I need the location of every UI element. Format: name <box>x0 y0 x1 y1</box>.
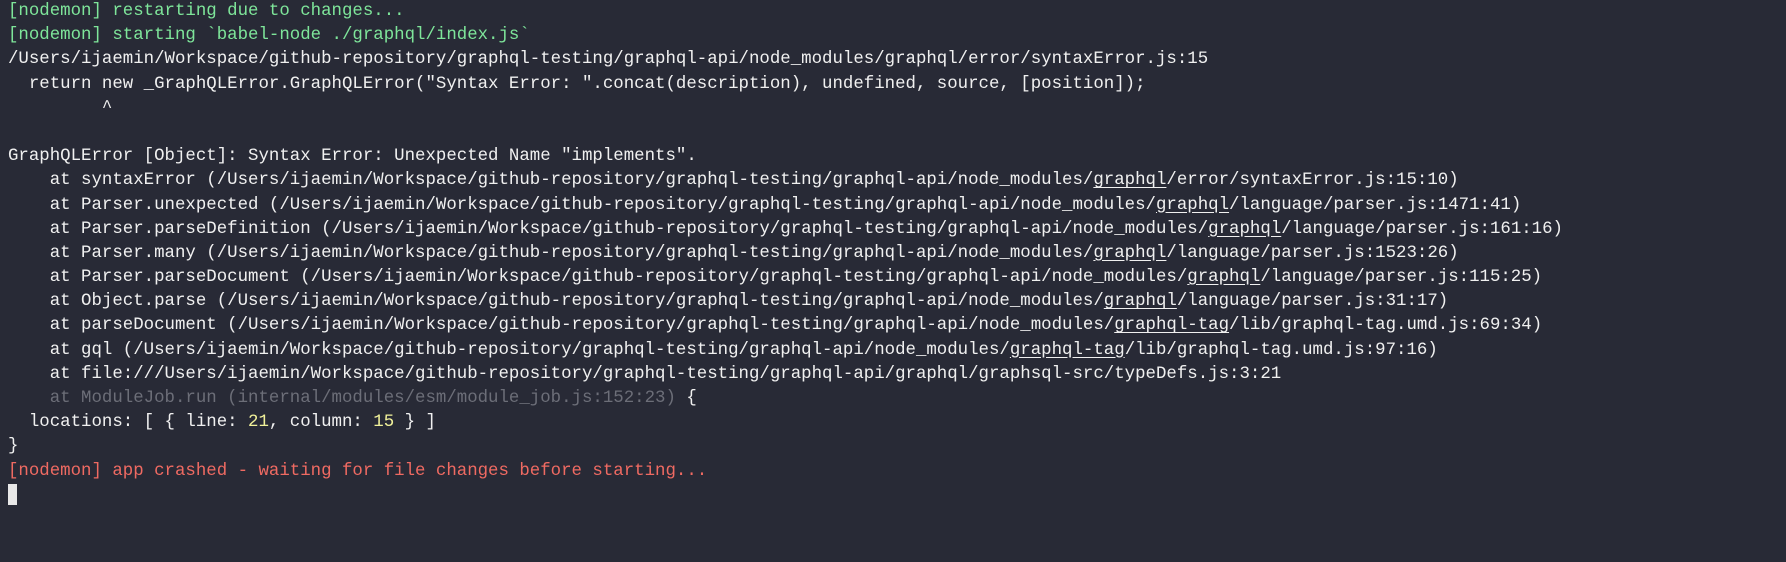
terminal-text: at Object.parse (/Users/ijaemin/Workspac… <box>8 292 1104 312</box>
terminal-line: at parseDocument (/Users/ijaemin/Workspa… <box>8 314 1786 338</box>
terminal-line: [nodemon] app crashed - waiting for file… <box>8 460 1786 484</box>
terminal-line: ^ <box>8 97 1786 121</box>
terminal-text: at gql (/Users/ijaemin/Workspace/github-… <box>8 340 1010 360</box>
module-link[interactable]: graphql <box>1187 268 1260 287</box>
terminal-text: ^ <box>8 98 113 118</box>
terminal-text: at ModuleJob.run (internal/modules/esm/m… <box>8 389 676 408</box>
terminal-text: 15 <box>373 413 395 433</box>
module-link[interactable]: graphql <box>1093 244 1166 263</box>
terminal-text: /language/parser.js:161:16) <box>1281 219 1563 239</box>
terminal-line: } <box>8 435 1786 459</box>
terminal-text: at parseDocument (/Users/ijaemin/Workspa… <box>8 316 1115 336</box>
terminal-text: /Users/ijaemin/Workspace/github-reposito… <box>8 50 1209 70</box>
terminal-text: [nodemon] restarting due to changes... <box>8 2 405 21</box>
terminal-text: locations: [ { line: <box>8 413 249 433</box>
terminal-text: /language/parser.js:1471:41) <box>1229 195 1522 215</box>
module-link[interactable]: graphql <box>1208 220 1281 239</box>
terminal-line: at Parser.many (/Users/ijaemin/Workspace… <box>8 242 1786 266</box>
terminal-output[interactable]: [nodemon] restarting due to changes... [n… <box>8 0 1786 562</box>
terminal-text: /lib/graphql-tag.umd.js:69:34) <box>1229 316 1543 336</box>
terminal-line: at Object.parse (/Users/ijaemin/Workspac… <box>8 290 1786 314</box>
terminal-line: /Users/ijaemin/Workspace/github-reposito… <box>8 48 1786 72</box>
terminal-text: at Parser.unexpected (/Users/ijaemin/Wor… <box>8 195 1156 215</box>
terminal-line: at Parser.parseDocument (/Users/ijaemin/… <box>8 266 1786 290</box>
terminal-line: locations: [ { line: 21, column: 15 } ] <box>8 411 1786 435</box>
terminal-line: at file:///Users/ijaemin/Workspace/githu… <box>8 363 1786 387</box>
terminal-text: /lib/graphql-tag.umd.js:97:16) <box>1124 340 1438 360</box>
terminal-line: [nodemon] restarting due to changes... <box>8 0 1786 24</box>
module-link[interactable]: graphql-tag <box>1114 316 1229 335</box>
terminal-line: at gql (/Users/ijaemin/Workspace/github-… <box>8 339 1786 363</box>
terminal-line: [nodemon] starting `babel-node ./graphql… <box>8 24 1786 48</box>
terminal-text: [nodemon] app crashed - waiting for file… <box>8 461 708 481</box>
terminal-line: GraphQLError [Object]: Syntax Error: Une… <box>8 145 1786 169</box>
terminal-line: at Parser.parseDefinition (/Users/ijaemi… <box>8 218 1786 242</box>
terminal-line: at syntaxError (/Users/ijaemin/Workspace… <box>8 169 1786 193</box>
terminal-text: at file:///Users/ijaemin/Workspace/githu… <box>8 364 1282 384</box>
terminal-text: at syntaxError (/Users/ijaemin/Workspace… <box>8 171 1094 191</box>
terminal-text: GraphQLError [Object]: Syntax Error: Une… <box>8 147 697 167</box>
terminal-text: /language/parser.js:1523:26) <box>1166 243 1459 263</box>
terminal-text: at Parser.parseDocument (/Users/ijaemin/… <box>8 268 1188 288</box>
terminal-text: return new _GraphQLError.GraphQLError("S… <box>8 74 1146 94</box>
terminal-text: at Parser.parseDefinition (/Users/ijaemi… <box>8 219 1209 239</box>
module-link[interactable]: graphql <box>1104 292 1177 311</box>
terminal-text: { <box>675 389 697 408</box>
terminal-text: , column: <box>268 413 374 433</box>
terminal-text: /error/syntaxError.js:15:10) <box>1166 171 1459 191</box>
terminal-line: at Parser.unexpected (/Users/ijaemin/Wor… <box>8 194 1786 218</box>
terminal-text: } ] <box>394 413 436 433</box>
module-link[interactable]: graphql <box>1093 171 1166 190</box>
terminal-text: at Parser.many (/Users/ijaemin/Workspace… <box>8 243 1094 263</box>
terminal-line: at ModuleJob.run (internal/modules/esm/m… <box>8 387 1786 411</box>
terminal-text: /language/parser.js:115:25) <box>1260 268 1543 288</box>
terminal-text: /language/parser.js:31:17) <box>1176 292 1449 312</box>
module-link[interactable]: graphql-tag <box>1010 341 1125 360</box>
cursor <box>8 483 17 505</box>
module-link[interactable]: graphql <box>1156 196 1229 215</box>
terminal-text: } <box>8 437 19 457</box>
prompt-line[interactable] <box>8 483 1786 508</box>
terminal-text: [nodemon] starting `babel-node ./graphql… <box>8 26 530 46</box>
terminal-text: 21 <box>248 413 269 433</box>
terminal-line: return new _GraphQLError.GraphQLError("S… <box>8 73 1786 97</box>
